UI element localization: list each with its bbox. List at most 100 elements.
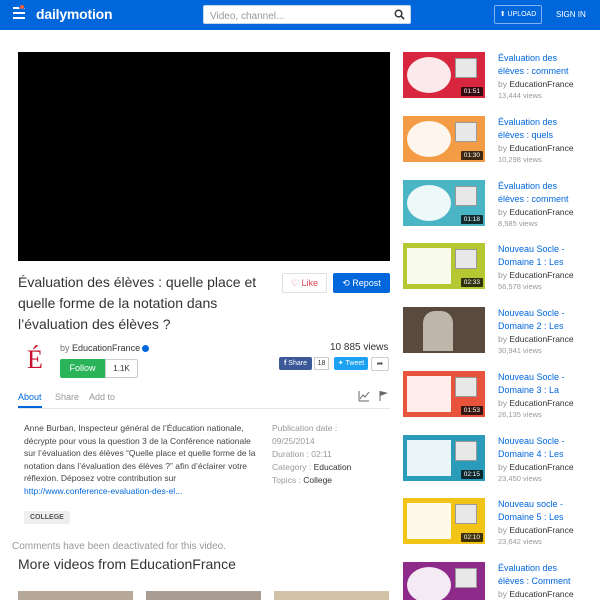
- related-video-byline: by EducationFrance: [498, 462, 593, 472]
- related-video-channel[interactable]: EducationFrance: [509, 525, 573, 535]
- channel-link[interactable]: EducationFrance: [72, 343, 140, 353]
- signin-link[interactable]: SIGN IN: [556, 10, 586, 19]
- related-video-channel[interactable]: EducationFrance: [509, 79, 573, 89]
- related-video-title[interactable]: Évaluation des: [498, 52, 593, 65]
- related-video-thumbnail[interactable]: 01:30: [403, 116, 485, 162]
- related-video-thumbnail[interactable]: [403, 562, 485, 600]
- svg-text:É: É: [27, 345, 43, 374]
- related-video-item[interactable]: 02:15 Nouveau Socle - Domaine 4 : Les by Ed…: [403, 435, 593, 483]
- related-video-title[interactable]: Domaine 5 : Les: [498, 511, 593, 524]
- tweet-button[interactable]: ✦ Tweet: [334, 357, 368, 370]
- tweet-label: Tweet: [345, 360, 365, 367]
- related-video-item[interactable]: 02:33 Nouveau Socle - Domaine 1 : Les by Ed…: [403, 243, 593, 291]
- related-video-title[interactable]: élèves : Comment: [498, 575, 593, 588]
- related-video-title[interactable]: Domaine 3 : La: [498, 384, 593, 397]
- description-link[interactable]: http://www.conference-evaluation-des-el.…: [24, 486, 182, 496]
- related-video-thumbnail[interactable]: 02:33: [403, 243, 485, 289]
- repost-icon: ⟲: [342, 278, 350, 288]
- follow-button[interactable]: Follow: [60, 359, 105, 378]
- related-video-views: 56,578 views: [498, 282, 542, 291]
- video-player[interactable]: [18, 52, 390, 261]
- related-video-channel[interactable]: EducationFrance: [509, 270, 573, 280]
- related-video-title[interactable]: Nouveau Socle -: [498, 371, 593, 384]
- channel-avatar[interactable]: É: [22, 344, 48, 374]
- by-label: by: [498, 143, 507, 153]
- related-video-item[interactable]: 01:30 Évaluation des élèves : quels by Educ…: [403, 116, 593, 164]
- repost-label: Repost: [352, 278, 381, 288]
- related-video-channel[interactable]: EducationFrance: [509, 589, 573, 599]
- related-video-channel[interactable]: EducationFrance: [509, 207, 573, 217]
- related-video-thumbnail[interactable]: 02:10: [403, 498, 485, 544]
- topics-value[interactable]: College: [303, 475, 332, 485]
- tab-share[interactable]: Share: [55, 392, 79, 402]
- upload-button[interactable]: ⬆ UPLOAD: [494, 5, 542, 24]
- related-video-item[interactable]: Évaluation des élèves : Comment by Educati…: [403, 562, 593, 600]
- related-video-title[interactable]: Évaluation des: [498, 562, 593, 575]
- related-video-title[interactable]: élèves : comment: [498, 65, 593, 78]
- related-video-title[interactable]: Nouveau Socle -: [498, 307, 593, 320]
- tab-about[interactable]: About: [18, 392, 42, 408]
- related-video-channel[interactable]: EducationFrance: [509, 334, 573, 344]
- related-video-item[interactable]: 02:10 Nouveau socle - Domaine 5 : Les by Ed…: [403, 498, 593, 546]
- more-videos-heading: More videos from EducationFrance: [18, 556, 236, 572]
- related-video-byline: by EducationFrance: [498, 270, 593, 280]
- related-video-channel[interactable]: EducationFrance: [509, 398, 573, 408]
- search-icon[interactable]: [394, 9, 405, 20]
- verified-icon: [142, 345, 150, 353]
- related-video-title[interactable]: Domaine 4 : Les: [498, 448, 593, 461]
- thumbnail-graphic: [407, 185, 451, 221]
- category-value[interactable]: Education: [314, 462, 352, 472]
- search-box[interactable]: [203, 5, 411, 25]
- related-video-title[interactable]: Nouveau Socle -: [498, 435, 593, 448]
- tag-college[interactable]: COLLEGE: [24, 511, 70, 524]
- related-video-item[interactable]: 01:18 Évaluation des élèves : comment by Ed…: [403, 180, 593, 228]
- related-video-title[interactable]: élèves : quels: [498, 129, 593, 142]
- share-arrow-button[interactable]: ➦: [371, 357, 389, 371]
- related-video-thumbnail[interactable]: 02:15: [403, 435, 485, 481]
- related-video-info: Évaluation des élèves : quels by Education…: [498, 116, 593, 164]
- presenter-image: [455, 568, 477, 588]
- related-video-thumbnail[interactable]: 01:51: [403, 52, 485, 98]
- related-video-title[interactable]: Nouveau socle -: [498, 498, 593, 511]
- presenter-image: [455, 249, 477, 269]
- like-button[interactable]: ♡ Like: [282, 273, 327, 293]
- related-video-channel[interactable]: EducationFrance: [509, 462, 573, 472]
- comments-disabled-notice: Comments have been deactivated for this …: [12, 541, 227, 552]
- related-video-title[interactable]: Nouveau Socle -: [498, 243, 593, 256]
- search-input[interactable]: [204, 8, 384, 25]
- related-video-title[interactable]: élèves : comment: [498, 193, 593, 206]
- stats-icon[interactable]: [358, 390, 370, 402]
- tab-add-to[interactable]: Add to: [89, 392, 115, 402]
- thumbnail-graphic: [407, 503, 451, 539]
- repost-button[interactable]: ⟲ Repost: [333, 273, 390, 293]
- by-label: by: [498, 79, 507, 89]
- related-video-title[interactable]: Évaluation des: [498, 116, 593, 129]
- related-video-byline: by EducationFrance: [498, 143, 593, 153]
- related-video-views: 13,444 views: [498, 91, 542, 100]
- fb-share-label: Share: [288, 360, 307, 367]
- thumbnail-graphic: [407, 376, 451, 412]
- flag-icon[interactable]: [378, 390, 390, 402]
- related-video-info: Nouveau socle - Domaine 5 : Les by Educati…: [498, 498, 593, 546]
- related-video-title[interactable]: Évaluation des: [498, 180, 593, 193]
- related-video-item[interactable]: 01:51 Évaluation des élèves : comment by Ed…: [403, 52, 593, 100]
- related-video-thumbnail[interactable]: 01:53: [403, 371, 485, 417]
- facebook-share-button[interactable]: f Share: [279, 357, 312, 370]
- presenter-image: [455, 58, 477, 78]
- related-video-channel[interactable]: EducationFrance: [509, 143, 573, 153]
- related-video-title[interactable]: Domaine 1 : Les: [498, 256, 593, 269]
- related-video-title[interactable]: Domaine 2 : Les: [498, 320, 593, 333]
- duration-badge: 01:30: [460, 151, 483, 160]
- related-video-item[interactable]: 01:53 Nouveau Socle - Domaine 3 : La by Edu…: [403, 371, 593, 419]
- related-video-item[interactable]: Nouveau Socle - Domaine 2 : Les by Educati…: [403, 307, 593, 355]
- thumbnail-graphic: [407, 440, 451, 476]
- more-video-thumbnail[interactable]: [18, 591, 133, 600]
- related-video-thumbnail[interactable]: [403, 307, 485, 353]
- duration-badge: 02:15: [460, 470, 483, 479]
- more-video-thumbnail[interactable]: [146, 591, 261, 600]
- more-video-thumbnail[interactable]: [274, 591, 389, 600]
- logo[interactable]: dailymotion: [36, 6, 113, 22]
- related-video-thumbnail[interactable]: 01:18: [403, 180, 485, 226]
- related-video-byline: by EducationFrance: [498, 334, 593, 344]
- related-video-info: Évaluation des élèves : comment by Educati…: [498, 180, 593, 228]
